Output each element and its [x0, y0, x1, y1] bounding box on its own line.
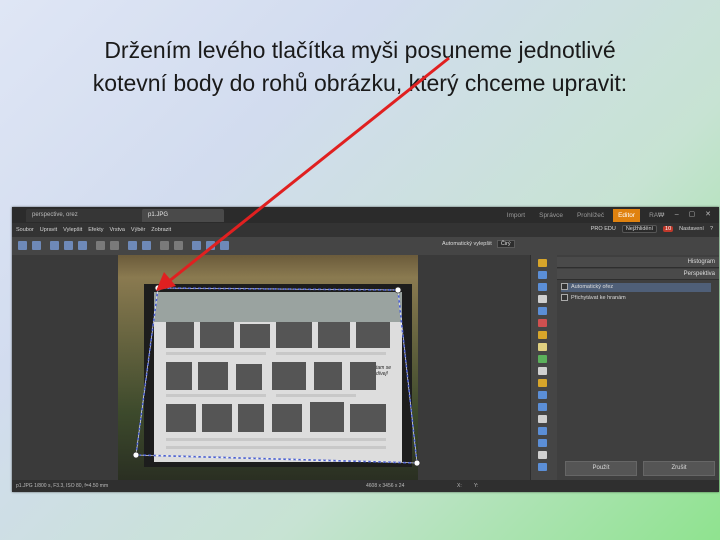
anchor-point-bottom-right[interactable] — [413, 459, 421, 467]
perspective-outline-white — [135, 287, 418, 464]
anchor-point-bottom-left[interactable] — [132, 451, 140, 459]
anchor-point-top-right[interactable] — [394, 286, 402, 294]
annotation-overlay — [132, 56, 450, 467]
perspective-outline — [135, 287, 418, 464]
red-arrow-line — [167, 56, 450, 284]
